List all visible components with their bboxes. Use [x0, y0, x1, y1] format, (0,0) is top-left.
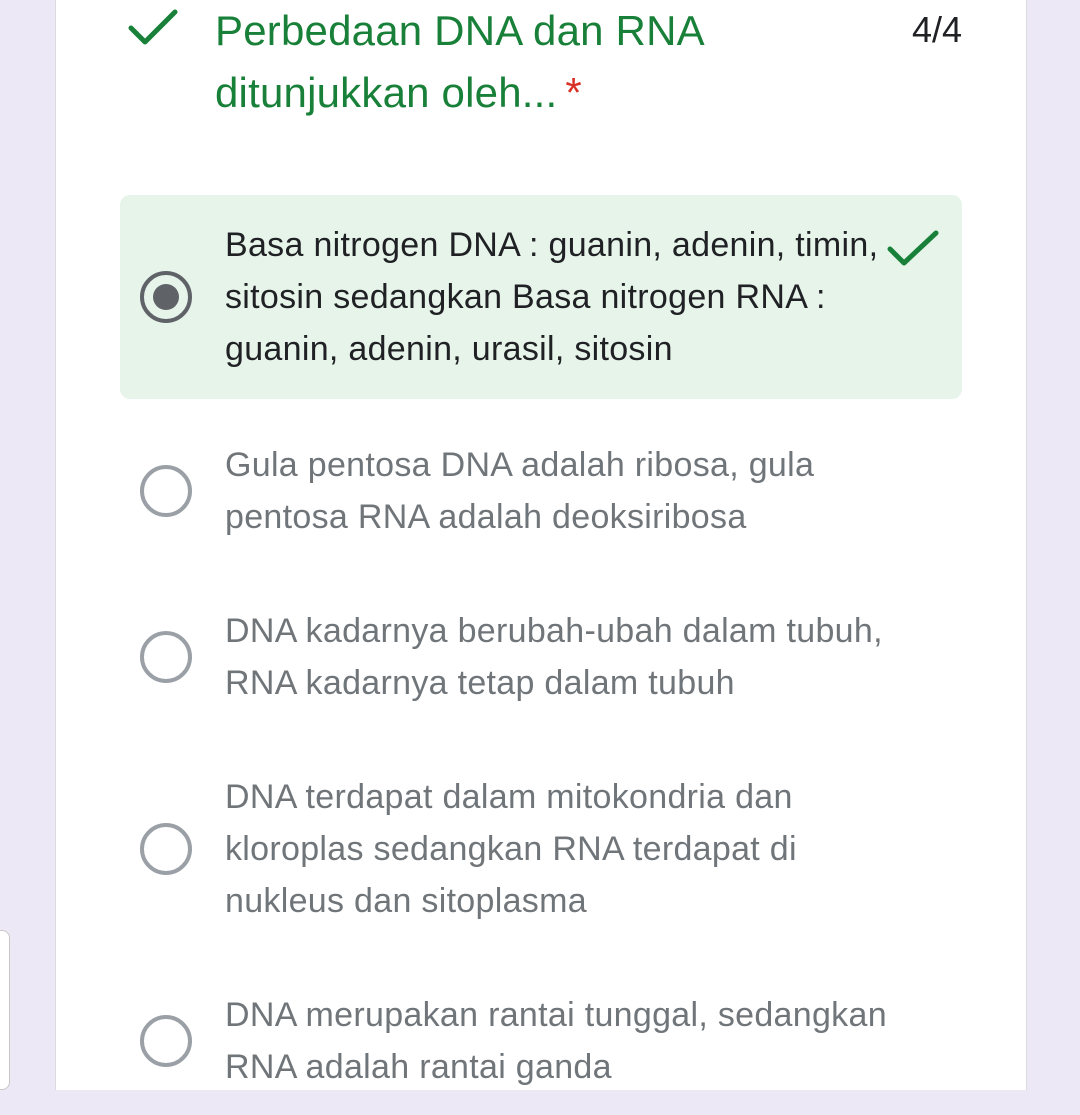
correct-check-icon — [887, 230, 939, 266]
options-list: Basa nitrogen DNA : guanin, adenin, timi… — [120, 195, 962, 1115]
required-asterisk: * — [565, 69, 582, 116]
radio-button-selected[interactable] — [140, 271, 192, 323]
radio-button[interactable] — [140, 631, 192, 683]
background-card-edge — [0, 930, 10, 1090]
option-3[interactable]: DNA kadarnya berubah-ubah dalam tubuh, R… — [120, 583, 962, 731]
option-label: DNA merupakan rantai tunggal, sedangkan … — [225, 996, 887, 1086]
option-2[interactable]: Gula pentosa DNA adalah ribosa, gula pen… — [120, 417, 962, 565]
radio-button[interactable] — [140, 465, 192, 517]
question-text: Perbedaan DNA dan RNA ditunjukkan oleh..… — [215, 7, 703, 116]
option-label: Basa nitrogen DNA : guanin, adenin, timi… — [225, 226, 879, 368]
option-label: DNA terdapat dalam mitokondria dan kloro… — [225, 778, 797, 920]
radio-button[interactable] — [140, 1015, 192, 1067]
option-4[interactable]: DNA terdapat dalam mitokondria dan kloro… — [120, 749, 962, 949]
radio-button[interactable] — [140, 823, 192, 875]
option-5[interactable]: DNA merupakan rantai tunggal, sedangkan … — [120, 967, 962, 1115]
score-label: 4/4 — [911, 9, 962, 50]
option-label: DNA kadarnya berubah-ubah dalam tubuh, R… — [225, 612, 883, 702]
option-label: Gula pentosa DNA adalah ribosa, gula pen… — [225, 446, 815, 536]
question-title: Perbedaan DNA dan RNA ditunjukkan oleh..… — [215, 0, 815, 124]
check-icon — [128, 9, 178, 45]
option-1[interactable]: Basa nitrogen DNA : guanin, adenin, timi… — [120, 195, 962, 399]
